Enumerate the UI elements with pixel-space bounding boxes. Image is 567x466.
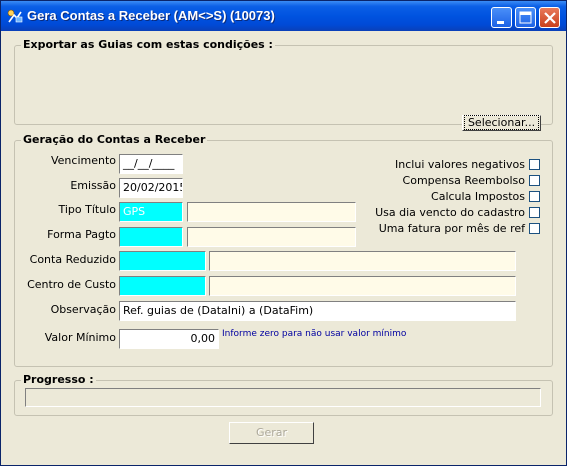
option-label-inclui-negativos: Inclui valores negativos [395, 158, 525, 171]
observacao-label: Observação [50, 303, 116, 316]
forma-pagto-label: Forma Pagto [47, 228, 116, 241]
tipo-titulo-code-input[interactable]: GPS [119, 202, 183, 222]
option-label-compensa-reembolso: Compensa Reembolso [402, 174, 525, 187]
minimize-icon [497, 21, 504, 24]
centro-custo-code-input[interactable] [119, 276, 206, 296]
valor-minimo-hint: Informe zero para não usar valor mínimo [222, 329, 407, 339]
emissao-label: Emissão [70, 179, 116, 192]
emissao-input[interactable]: 20/02/2015 [119, 178, 183, 198]
checkbox-uma-fatura[interactable] [529, 223, 540, 234]
centro-custo-description [209, 276, 516, 296]
valor-minimo-label: Valor Mínimo [44, 331, 116, 344]
close-button[interactable] [539, 7, 560, 28]
option-label-calcula-impostos: Calcula Impostos [431, 190, 525, 203]
generation-group-title: Geração do Contas a Receber [21, 133, 208, 146]
generate-button-label: Gerar [255, 426, 288, 439]
window-title: Gera Contas a Receber (AM<>S) (10073) [27, 8, 275, 23]
progress-group-title: Progresso : [21, 373, 96, 386]
observacao-input[interactable]: Ref. guias de (DataIni) a (DataFim) [119, 301, 516, 321]
select-button[interactable]: Selecionar... [462, 115, 541, 131]
checkbox-usa-dia-vencto[interactable] [529, 207, 540, 218]
centro-custo-label: Centro de Custo [27, 278, 116, 291]
export-conditions-group [14, 45, 553, 125]
valor-minimo-input[interactable]: 0,00 [119, 329, 219, 349]
progress-bar [25, 388, 541, 407]
forma-pagto-description [187, 227, 356, 247]
export-group-title: Exportar as Guias com estas condições : [21, 38, 275, 51]
tipo-titulo-label: Tipo Título [58, 203, 117, 216]
conta-reduzido-description [209, 251, 516, 271]
maximize-icon [519, 11, 532, 24]
option-label-uma-fatura: Uma fatura por mês de ref [378, 222, 525, 235]
option-label-usa-dia-vencto: Usa dia vencto do cadastro [375, 206, 525, 219]
title-bar[interactable]: Gera Contas a Receber (AM<>S) (10073) [1, 1, 566, 31]
conta-reduzido-label: Conta Reduzido [29, 253, 116, 266]
forma-pagto-code-input[interactable] [119, 227, 183, 247]
checkbox-calcula-impostos[interactable] [529, 191, 540, 202]
minimize-button[interactable] [491, 7, 512, 28]
vencimento-label: Vencimento [50, 154, 116, 167]
maximize-button[interactable] [515, 7, 536, 28]
generate-button[interactable]: Gerar [229, 422, 314, 444]
conta-reduzido-code-input[interactable] [119, 251, 206, 271]
tipo-titulo-description [187, 202, 356, 222]
select-button-label: Selecionar... [463, 115, 540, 130]
close-icon [544, 12, 556, 24]
main-window: Gera Contas a Receber (AM<>S) (10073) Ex… [0, 0, 567, 466]
checkbox-inclui-negativos[interactable] [529, 159, 540, 170]
vencimento-input[interactable]: __/__/____ [119, 154, 183, 174]
app-icon [7, 9, 23, 23]
checkbox-compensa-reembolso[interactable] [529, 175, 540, 186]
